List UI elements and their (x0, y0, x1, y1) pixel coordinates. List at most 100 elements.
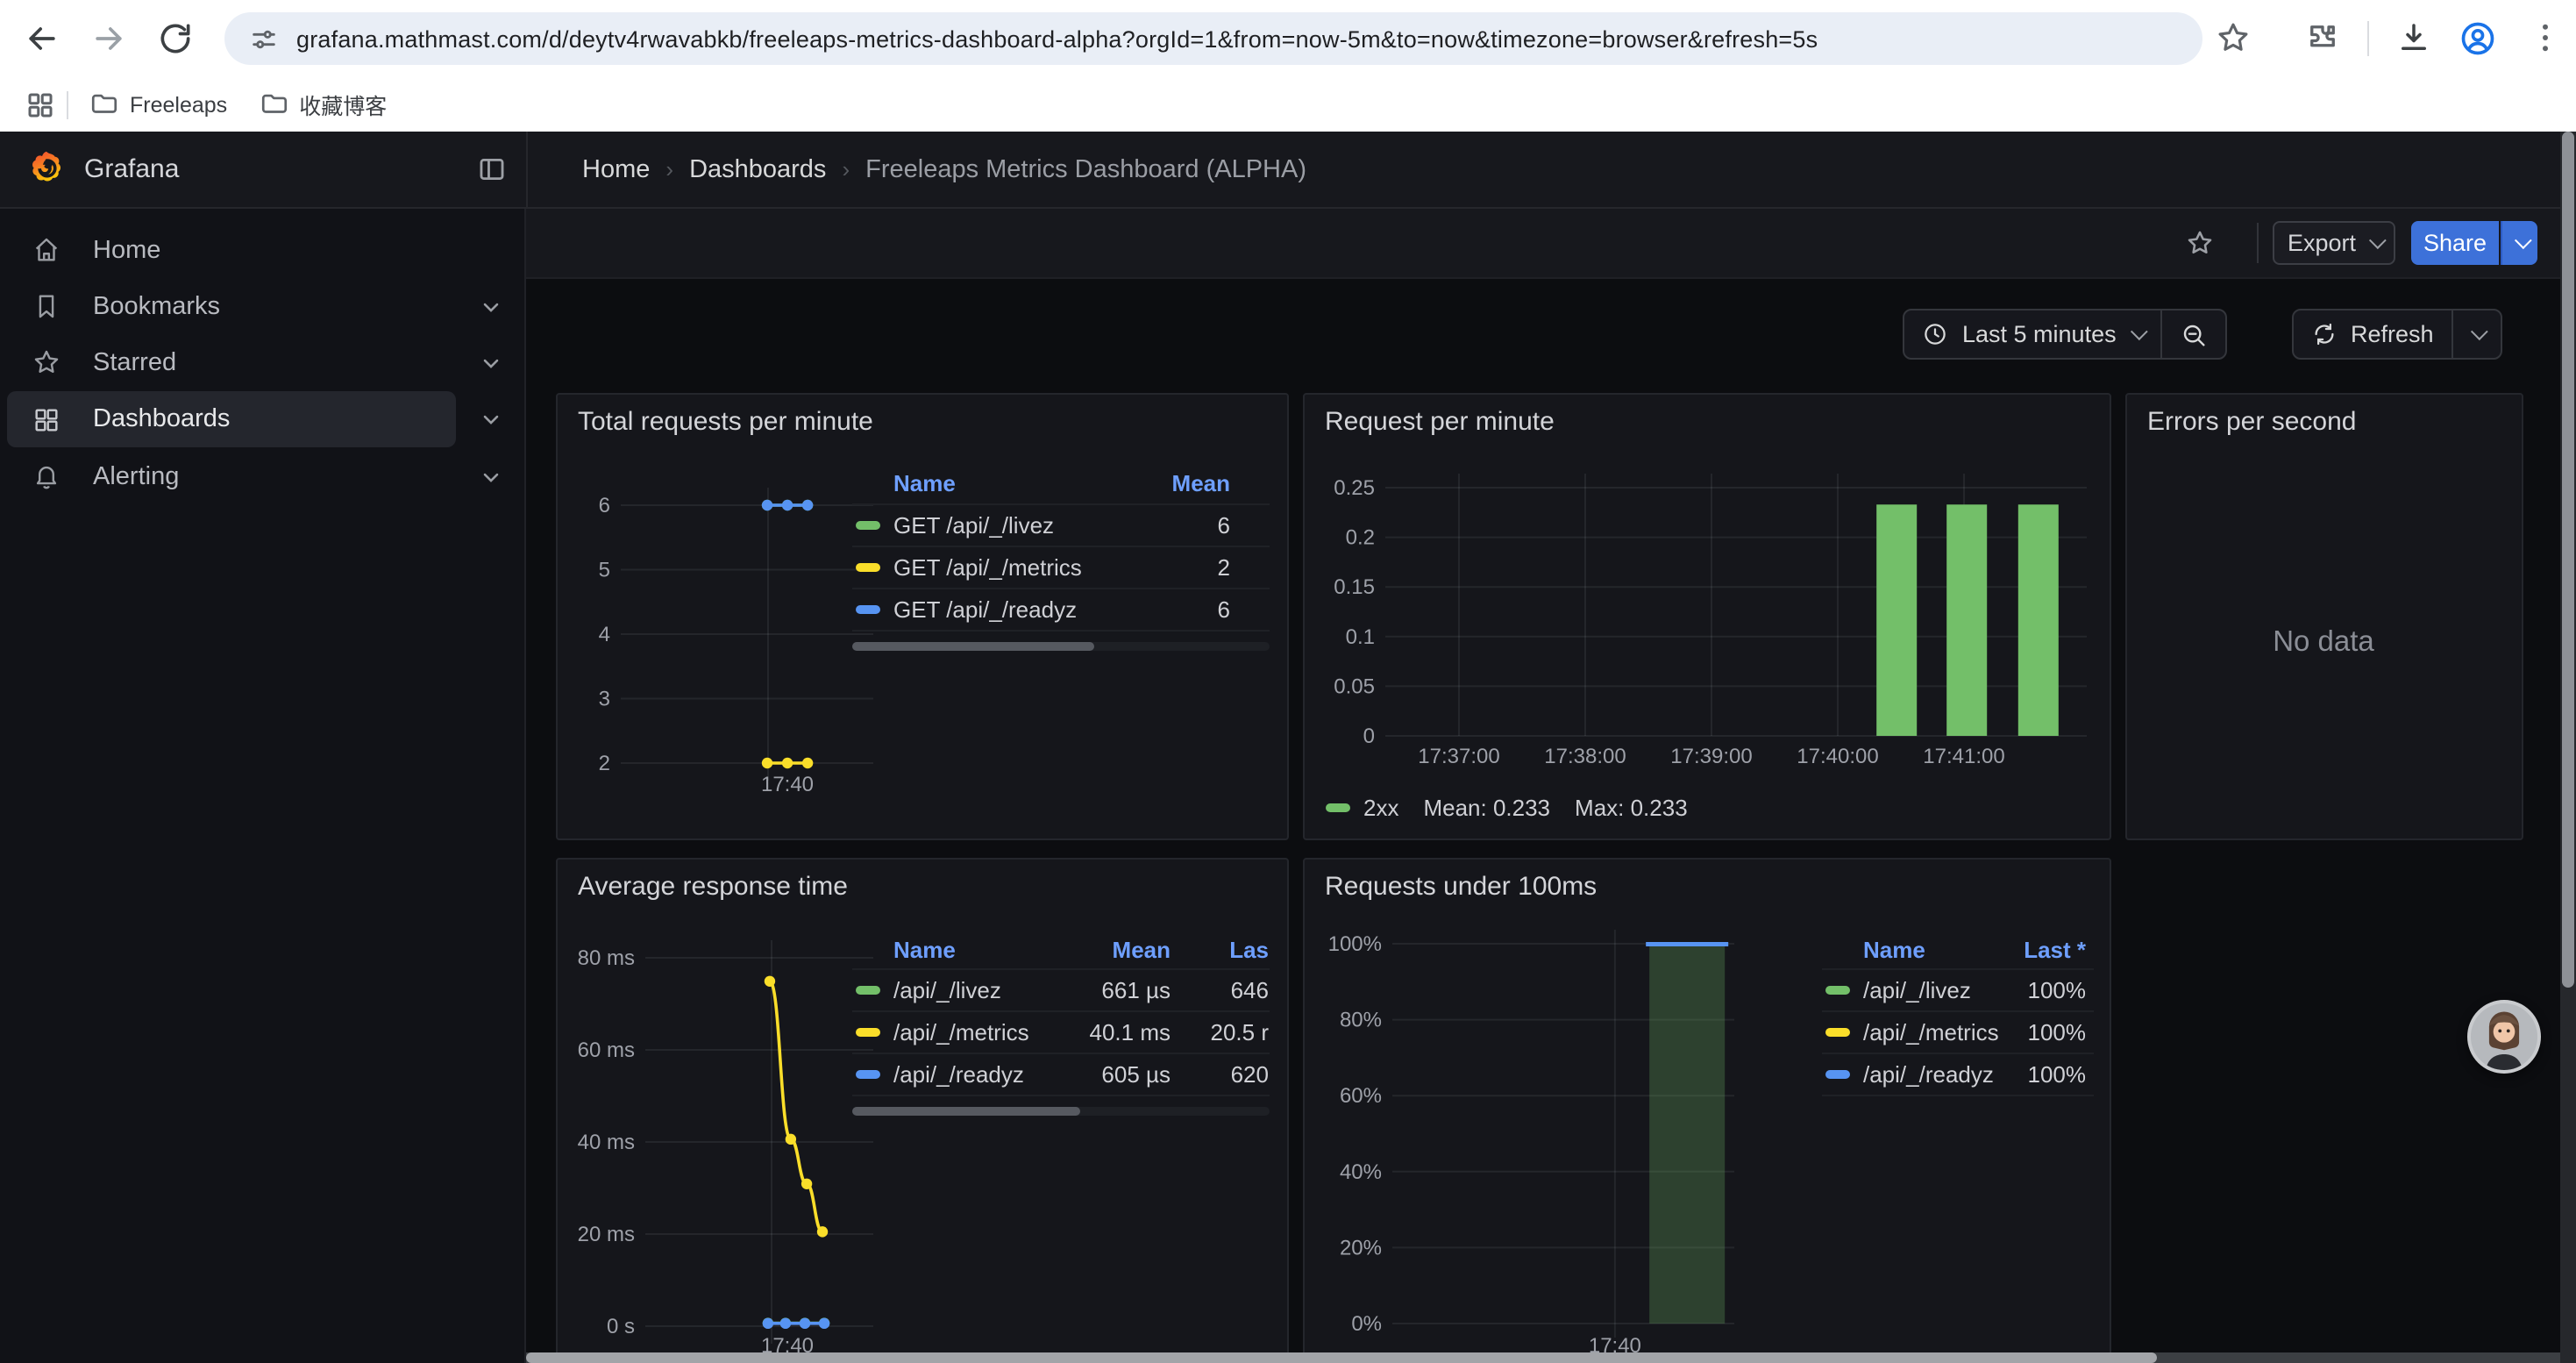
share-menu-button[interactable] (2501, 220, 2537, 264)
legend-header-col[interactable]: Last * (1998, 936, 2093, 962)
share-button[interactable]: Share (2411, 220, 2499, 264)
legend-header-name[interactable]: Name (851, 936, 1072, 962)
legend-row[interactable]: GET /api/_/metrics2 (851, 545, 1269, 587)
collapse-sidebar-icon[interactable] (477, 154, 507, 184)
refresh-label: Refresh (2351, 321, 2434, 347)
bookmark-label: 收藏博客 (299, 88, 387, 121)
browser-menu-icon[interactable] (2527, 19, 2565, 58)
bookmark-folder-blogs[interactable]: 收藏博客 (259, 88, 387, 121)
sidebar-item-starred[interactable]: Starred (7, 334, 456, 390)
time-range-picker[interactable]: Last 5 minutes (1904, 310, 2160, 358)
url-bar[interactable]: grafana.mathmast.com/d/deytv4rwavabkb/fr… (224, 12, 2202, 65)
back-icon[interactable] (23, 19, 61, 58)
dashboard-toolbar: Export Share (526, 208, 2576, 278)
panel-title[interactable]: Request per minute (1325, 406, 1555, 436)
panel-avg-response-time: 80 ms60 ms40 ms20 ms0 s17:40 Average res… (555, 858, 1288, 1363)
zoom-out-button[interactable] (2162, 310, 2225, 358)
series-color-chip (855, 986, 879, 995)
bookmark-label: Freeleaps (130, 92, 227, 117)
svg-text:0.25: 0.25 (1333, 475, 1374, 499)
chevron-down-icon (2131, 323, 2148, 340)
panel-title[interactable]: Average response time (578, 872, 848, 902)
reload-icon[interactable] (156, 19, 195, 58)
time-range-control: Last 5 minutes (1903, 309, 2227, 360)
legend-header-col[interactable]: Las (1185, 936, 1269, 962)
sidebar-item-bookmarks[interactable]: Bookmarks (7, 278, 456, 334)
bell-icon (32, 461, 61, 491)
chevron-down-icon[interactable] (479, 294, 503, 318)
legend-series-name: /api/_/livez (1863, 977, 1971, 1003)
grafana-logo-icon[interactable] (26, 149, 67, 189)
panel-title[interactable]: Total requests per minute (578, 406, 873, 436)
favorite-star-icon[interactable] (2185, 227, 2215, 257)
assistant-avatar[interactable] (2467, 1000, 2541, 1074)
breadcrumb-home[interactable]: Home (582, 156, 650, 184)
scrollbar-thumb[interactable] (526, 1352, 2157, 1363)
url-text[interactable]: grafana.mathmast.com/d/deytv4rwavabkb/fr… (296, 25, 1818, 52)
legend-row[interactable]: /api/_/livez661 µs646 (851, 968, 1269, 1010)
grafana-header: Grafana Home › Dashboards › Freeleaps Me… (0, 132, 2576, 208)
legend-header: NameMean (851, 464, 1269, 503)
legend-value: 20.5 r (1185, 1019, 1269, 1045)
chevron-down-icon[interactable] (479, 350, 503, 375)
forward-icon[interactable] (89, 19, 128, 58)
svg-text:0.2: 0.2 (1345, 525, 1374, 549)
legend-request-per-minute[interactable]: 2xx Mean: 0.233 Max: 0.233 (1325, 795, 1688, 821)
legend-row[interactable]: /api/_/metrics40.1 ms20.5 r (851, 1010, 1269, 1053)
legend-row[interactable]: GET /api/_/readyz6 (851, 587, 1269, 629)
panel-under-100ms: 100%80%60%40%20%0%17:40 Requests under 1… (1302, 858, 2110, 1363)
export-button[interactable]: Export (2273, 220, 2395, 264)
breadcrumb-dashboards[interactable]: Dashboards (689, 156, 826, 184)
legend-row[interactable]: GET /api/_/livez 6 (851, 503, 1269, 545)
legend-row[interactable]: /api/_/readyz100% (1821, 1053, 2093, 1095)
panel-title[interactable]: Errors per second (2147, 406, 2356, 436)
legend-value: 661 µs (1072, 977, 1185, 1003)
clock-icon (1922, 321, 1948, 347)
legend-header-name[interactable]: Name (851, 470, 1146, 496)
legend-value: 6 (1146, 511, 1269, 538)
sidebar-item-alerting[interactable]: Alerting (7, 448, 456, 504)
extensions-icon[interactable] (2304, 19, 2343, 58)
legend-header-col[interactable]: Mean (1072, 936, 1185, 962)
bookmark-star-icon[interactable] (2215, 19, 2253, 58)
profile-icon[interactable] (2459, 19, 2497, 58)
sidebar-item-dashboards[interactable]: Dashboards (7, 391, 456, 447)
panel-title[interactable]: Requests under 100ms (1325, 872, 1597, 902)
sidebar-item-home[interactable]: Home (7, 222, 456, 278)
legend-scrollbar[interactable] (851, 1107, 1269, 1116)
chevron-down-icon[interactable] (479, 464, 503, 489)
svg-text:0.1: 0.1 (1345, 624, 1374, 648)
horizontal-scrollbar[interactable] (526, 1352, 2559, 1363)
refresh-interval-button[interactable] (2453, 310, 2501, 358)
legend-scrollbar[interactable] (851, 641, 1269, 650)
chevron-down-icon[interactable] (479, 407, 503, 432)
apps-grid-icon[interactable] (25, 89, 56, 120)
vertical-scrollbar[interactable] (2559, 132, 2576, 1363)
star-icon (32, 347, 61, 377)
folder-icon (259, 89, 288, 119)
legend-row[interactable]: /api/_/livez 100% (1821, 968, 2093, 1010)
svg-text:17:40: 17:40 (760, 772, 813, 796)
scrollbar-thumb[interactable] (2561, 132, 2574, 988)
refresh-button[interactable]: Refresh (2293, 310, 2451, 358)
legend-value: 100% (1998, 977, 2093, 1003)
chart-request-per-minute[interactable]: 0.250.20.150.10.05017:37:0017:38:0017:39… (1304, 394, 2109, 838)
svg-text:5: 5 (598, 558, 609, 582)
legend-series-name: 2xx (1363, 795, 1398, 821)
site-settings-icon[interactable] (249, 24, 279, 54)
zoom-out-icon (2180, 320, 2208, 348)
screen: grafana.mathmast.com/d/deytv4rwavabkb/fr… (0, 0, 2576, 1363)
series-color-chip (855, 520, 879, 529)
legend-series-name: GET /api/_/livez (893, 511, 1054, 538)
legend-series-name: /api/_/readyz (1863, 1061, 1994, 1088)
legend-header-col[interactable]: Mean (1146, 470, 1269, 496)
brand-name: Grafana (84, 154, 179, 184)
legend-chip (1325, 803, 1349, 812)
legend-row[interactable]: /api/_/metrics100% (1821, 1010, 2093, 1053)
download-icon[interactable] (2395, 19, 2434, 58)
legend-row[interactable]: /api/_/readyz605 µs620 (851, 1053, 1269, 1095)
bookmark-folder-freeleaps[interactable]: Freeleaps (89, 89, 227, 119)
svg-text:80%: 80% (1339, 1009, 1381, 1032)
legend-header-name[interactable]: Name (1821, 936, 1998, 962)
browser-toolbar: grafana.mathmast.com/d/deytv4rwavabkb/fr… (0, 0, 2576, 77)
